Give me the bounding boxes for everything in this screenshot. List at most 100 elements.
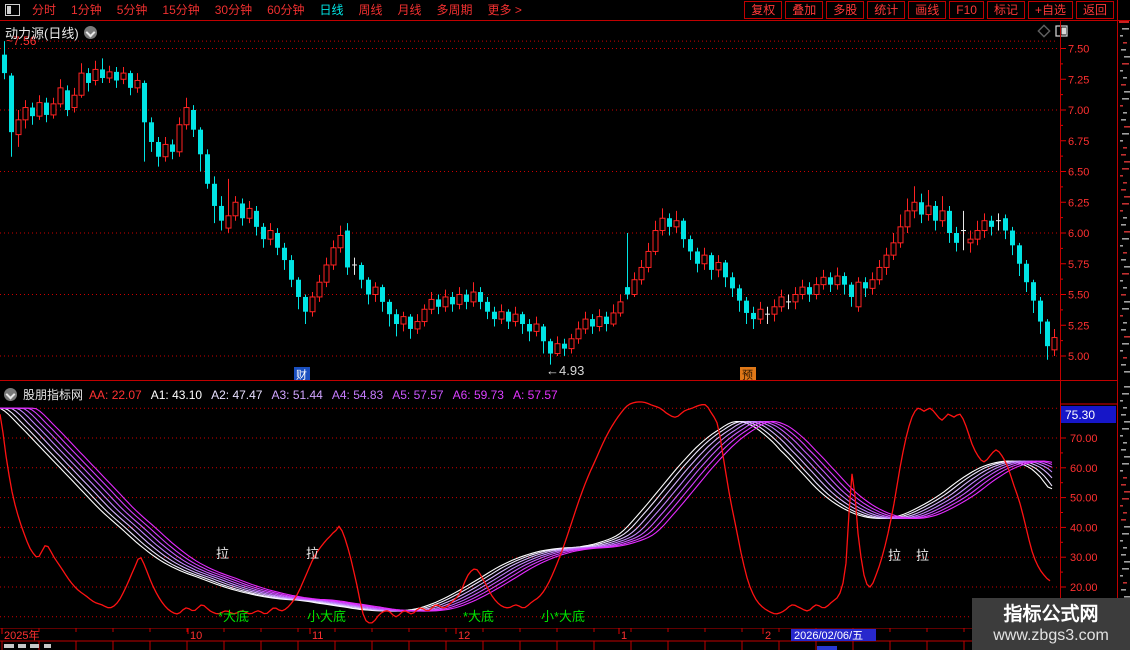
indicator-line-A5 — [0, 408, 1052, 611]
candle — [16, 110, 21, 147]
period-tab-分时[interactable]: 分时 — [32, 1, 56, 20]
candle — [653, 221, 658, 255]
candle — [765, 307, 770, 324]
candle — [884, 248, 889, 275]
candle — [324, 258, 329, 288]
indicator-line-A6 — [0, 408, 1052, 611]
minimap-strip-lower[interactable] — [1120, 386, 1130, 626]
clipped-text-fragment — [4, 644, 14, 648]
candle — [380, 285, 385, 312]
minimap-divider — [1117, 0, 1118, 650]
period-tab-周线[interactable]: 周线 — [358, 1, 382, 20]
candle — [401, 312, 406, 332]
candle — [870, 272, 875, 294]
toolbar-button-F10[interactable]: F10 — [949, 1, 984, 19]
date-label: 10 — [190, 630, 202, 642]
chevron-down-icon[interactable] — [84, 26, 97, 39]
candle — [114, 67, 119, 88]
event-marker-label: 预 — [742, 369, 753, 381]
candle — [604, 312, 609, 332]
candle — [1010, 227, 1015, 255]
candle — [779, 290, 784, 312]
period-tab-月线[interactable]: 月线 — [398, 1, 422, 20]
indicator-axis-label: 30.00 — [1070, 552, 1098, 564]
candle — [891, 233, 896, 260]
period-tab-30分钟[interactable]: 30分钟 — [215, 1, 252, 20]
period-tab-5分钟[interactable]: 5分钟 — [117, 1, 148, 20]
layout-icon[interactable] — [5, 4, 20, 16]
candle — [569, 334, 574, 354]
indicator-line-A1 — [0, 408, 1052, 611]
toolbar-button-多股[interactable]: 多股 — [826, 1, 864, 19]
date-axis[interactable]: 2025年101112122026/02/06/五 — [0, 628, 1130, 650]
watermark-site-name: 指标公式网 — [1003, 604, 1098, 626]
price-axis-label: 6.25 — [1068, 197, 1089, 209]
candle — [352, 258, 357, 275]
candle — [226, 179, 231, 233]
candle — [583, 312, 588, 334]
toolbar-button-+自选[interactable]: +自选 — [1028, 1, 1073, 19]
candle — [863, 277, 868, 297]
candle — [282, 243, 287, 270]
price-axis-label: 5.50 — [1068, 290, 1089, 302]
candle — [667, 213, 672, 235]
candle — [744, 297, 749, 324]
candle — [254, 206, 259, 236]
clipped-text-fragment — [30, 644, 39, 648]
candle — [562, 339, 567, 356]
signal-label: 小大底 — [307, 609, 346, 624]
candle — [975, 221, 980, 246]
candle — [506, 309, 511, 329]
price-axis-label: 5.25 — [1068, 320, 1089, 332]
candle — [65, 85, 70, 116]
candle — [492, 307, 497, 327]
candle — [464, 290, 469, 310]
period-tab-日线[interactable]: 日线 — [319, 1, 343, 20]
candle — [1045, 319, 1050, 360]
minimap-strip[interactable] — [1119, 22, 1130, 373]
period-tab-多周期[interactable]: 多周期 — [437, 1, 473, 20]
candle — [135, 73, 140, 93]
period-tab-1分钟[interactable]: 1分钟 — [71, 1, 102, 20]
period-tab-60分钟[interactable]: 60分钟 — [267, 1, 304, 20]
candle — [541, 324, 546, 354]
toolbar-button-画线[interactable]: 画线 — [908, 1, 946, 19]
toolbar-button-统计[interactable]: 统计 — [867, 1, 905, 19]
candlestick-chart[interactable]: ~7.56←4.93财预7.507.257.006.756.506.256.00… — [0, 21, 1130, 380]
candle — [429, 292, 434, 314]
indicator-chart[interactable]: 拉拉拉拉*大底小大底*大底小*大底75.3070.0060.0050.0040.… — [0, 381, 1130, 628]
candle — [555, 336, 560, 356]
period-tab-15分钟[interactable]: 15分钟 — [162, 1, 199, 20]
panel-divider[interactable] — [0, 380, 1117, 381]
period-tab-更多 >[interactable]: 更多 > — [488, 1, 522, 20]
candle — [128, 71, 133, 96]
diamond-icon[interactable] — [1038, 25, 1049, 36]
candle — [100, 58, 105, 83]
candle — [912, 186, 917, 218]
candle — [947, 206, 952, 243]
candle — [9, 73, 14, 157]
candle — [121, 67, 126, 84]
candle — [191, 105, 196, 137]
candle — [513, 307, 518, 327]
candle — [674, 211, 679, 233]
trading-app-window: 分时 1分钟 5分钟 15分钟 30分钟 60分钟日线周线月线多周期更多 > 复权叠加多股… — [0, 0, 1130, 650]
candle — [919, 194, 924, 224]
toolbar-button-叠加[interactable]: 叠加 — [785, 1, 823, 19]
candle — [450, 292, 455, 312]
candle — [611, 304, 616, 326]
indicator-axis-label: 50.00 — [1070, 493, 1098, 505]
indicator-line-A — [0, 408, 1052, 611]
candle — [289, 255, 294, 287]
toolbar-button-标记[interactable]: 标记 — [987, 1, 1025, 19]
toolbar-button-复权[interactable]: 复权 — [744, 1, 782, 19]
candle — [499, 304, 504, 324]
candle — [387, 299, 392, 326]
candle — [394, 309, 399, 336]
split-window-icon[interactable] — [1056, 26, 1067, 36]
candle — [954, 227, 959, 252]
indicator-line-A2 — [0, 408, 1052, 611]
candle — [618, 295, 623, 317]
toolbar-button-返回[interactable]: 返回 — [1076, 1, 1114, 19]
event-marker-label: 财 — [296, 368, 307, 381]
